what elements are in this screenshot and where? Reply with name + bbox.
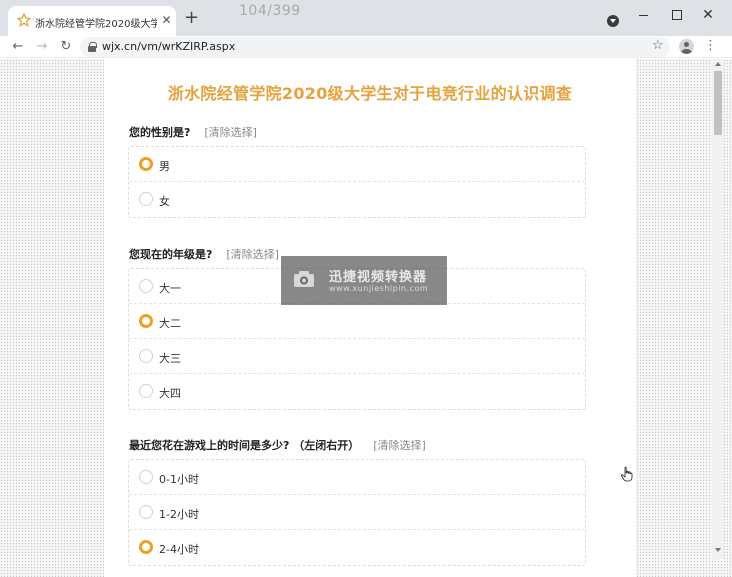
option-label: 2-4小时: [159, 543, 199, 556]
hand-cursor-icon: [620, 466, 633, 482]
radio-freshman[interactable]: [139, 279, 153, 293]
bookmark-star-icon[interactable]: ☆: [652, 38, 664, 53]
browser-toolbar: ← → ↻ wjx.cn/vm/wrKZIRP.aspx ☆ ⋮: [0, 36, 732, 58]
question-1-options: 男 女: [128, 146, 586, 218]
radio-sophomore[interactable]: [139, 314, 153, 328]
question-1-clear-link[interactable]: [清除选择]: [204, 126, 257, 139]
option-label: 大二: [159, 317, 181, 330]
option-sophomore[interactable]: 大二: [129, 304, 585, 339]
scroll-thumb[interactable]: [714, 71, 722, 135]
lock-icon[interactable]: [88, 42, 97, 52]
radio-junior[interactable]: [139, 349, 153, 363]
vertical-scrollbar[interactable]: [712, 59, 724, 559]
tab-title: 浙水院经管学院2020级大学生对...: [35, 19, 157, 30]
radio-2-4-hours[interactable]: [139, 540, 153, 554]
tab-search-icon[interactable]: [607, 15, 619, 27]
radio-senior[interactable]: [139, 384, 153, 398]
address-bar[interactable]: wjx.cn/vm/wrKZIRP.aspx ☆: [80, 37, 670, 57]
option-female[interactable]: 女: [129, 182, 585, 217]
question-3-options: 0-1小时 1-2小时 2-4小时: [128, 459, 586, 566]
url-text[interactable]: wjx.cn/vm/wrKZIRP.aspx: [102, 40, 235, 53]
question-2-title: 您现在的年级是? [清除选择]: [129, 246, 279, 262]
option-male[interactable]: 男: [129, 147, 585, 182]
question-2-text: 您现在的年级是?: [129, 248, 213, 261]
option-label: 男: [159, 160, 170, 173]
window-close-icon[interactable]: ✕: [698, 6, 718, 24]
radio-female[interactable]: [139, 192, 153, 206]
option-label: 1-2小时: [159, 508, 199, 521]
star-favicon-icon: [17, 13, 31, 27]
question-1-title: 您的性别是? [清除选择]: [129, 124, 257, 140]
option-1-2-hours[interactable]: 1-2小时: [129, 495, 585, 530]
watermark-title: 迅捷视频转换器: [329, 270, 428, 285]
option-junior[interactable]: 大三: [129, 339, 585, 374]
option-2-4-hours[interactable]: 2-4小时: [129, 530, 585, 565]
browser-tab[interactable]: 浙水院经管学院2020级大学生对... ✕: [8, 6, 176, 36]
question-3-title: 最近您花在游戏上的时间是多少? （左闭右开） [清除选择]: [129, 437, 426, 453]
menu-icon[interactable]: ⋮: [704, 38, 717, 54]
forward-arrow-icon[interactable]: →: [34, 39, 50, 55]
option-label: 大四: [159, 387, 181, 400]
watermark-url: www.xunjieshipin.com: [329, 284, 429, 293]
option-label: 大一: [159, 282, 181, 295]
survey-sheet: 浙水院经管学院2020级大学生对于电竞行业的认识调查 您的性别是? [清除选择] …: [104, 59, 636, 577]
minimize-icon[interactable]: [634, 6, 654, 24]
option-0-1-hours[interactable]: 0-1小时: [129, 460, 585, 495]
radio-male[interactable]: [139, 157, 153, 171]
radio-0-1-hours[interactable]: [139, 470, 153, 484]
camera-logo-icon: [294, 271, 314, 287]
option-label: 大三: [159, 352, 181, 365]
close-icon[interactable]: ✕: [160, 14, 173, 27]
tab-strip: 浙水院经管学院2020级大学生对... ✕ + 104/399 ✕: [0, 0, 732, 36]
maximize-icon[interactable]: [666, 6, 686, 24]
question-3-clear-link[interactable]: [清除选择]: [373, 439, 426, 452]
radio-1-2-hours[interactable]: [139, 505, 153, 519]
question-1-text: 您的性别是?: [129, 126, 191, 139]
back-arrow-icon[interactable]: ←: [10, 39, 26, 55]
new-tab-button[interactable]: +: [184, 9, 199, 27]
option-label: 女: [159, 195, 170, 208]
question-3-text: 最近您花在游戏上的时间是多少? （左闭右开）: [129, 439, 360, 452]
frame-counter: 104/399: [239, 3, 301, 19]
video-converter-watermark: 迅捷视频转换器 www.xunjieshipin.com: [281, 256, 447, 305]
scroll-up-arrow-icon[interactable]: [715, 62, 721, 66]
survey-title: 浙水院经管学院2020级大学生对于电竞行业的认识调查: [167, 84, 573, 103]
scroll-down-arrow-icon[interactable]: [715, 548, 721, 552]
profile-icon[interactable]: [679, 39, 694, 54]
option-senior[interactable]: 大四: [129, 374, 585, 409]
page-viewport: 浙水院经管学院2020级大学生对于电竞行业的认识调查 您的性别是? [清除选择] …: [0, 59, 732, 577]
option-label: 0-1小时: [159, 473, 199, 486]
reload-icon[interactable]: ↻: [58, 39, 74, 55]
question-2-clear-link[interactable]: [清除选择]: [226, 248, 279, 261]
